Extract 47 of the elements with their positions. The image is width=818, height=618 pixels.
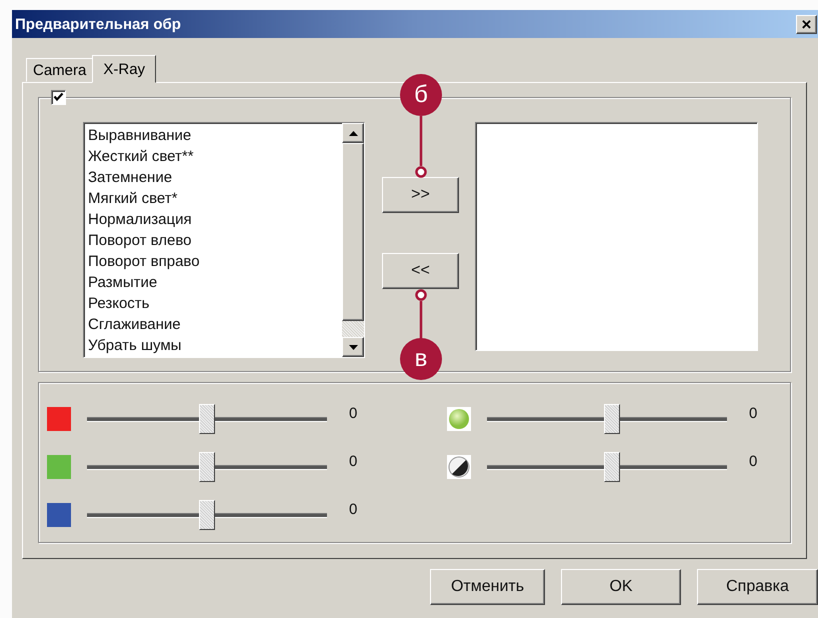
scroll-down-icon[interactable] <box>342 337 364 357</box>
brightness-icon <box>447 407 471 431</box>
slider-value: 0 <box>349 501 358 518</box>
list-item[interactable]: Жесткий свет** <box>88 146 338 167</box>
list-item[interactable]: Мягкий свет* <box>88 188 338 209</box>
list-item[interactable]: Убрать шумы <box>88 335 338 356</box>
list-item[interactable]: Затемнение <box>88 167 338 188</box>
slider-value: 0 <box>349 453 358 470</box>
help-button[interactable]: Справка <box>697 569 818 605</box>
slider[interactable] <box>87 404 327 434</box>
filter-list[interactable]: Выравнивание Жесткий свет** Затемнение Мягкий свет* Нормализация Поворот влево Поворот вправо Размытие Резкость Сглаживание Убрать шумы <box>83 122 365 358</box>
slider[interactable] <box>87 500 327 530</box>
slider-thumb[interactable] <box>199 452 215 482</box>
scroll-thumb[interactable] <box>342 143 364 321</box>
slider-thumb[interactable] <box>604 404 620 434</box>
list-item[interactable]: Резкость <box>88 293 338 314</box>
close-button[interactable]: × <box>796 14 817 34</box>
list-item[interactable]: Выравнивание <box>88 125 338 146</box>
remove-button[interactable]: << <box>382 253 459 289</box>
scrollbar[interactable] <box>342 123 364 357</box>
list-item[interactable]: Сглаживание <box>88 314 338 335</box>
slider[interactable] <box>487 404 727 434</box>
contrast-icon <box>447 455 471 479</box>
slider-thumb[interactable] <box>604 452 620 482</box>
window-title: Предварительная обр <box>14 16 181 32</box>
tab[interactable]: Camera <box>26 58 94 82</box>
list-item[interactable]: Поворот вправо <box>88 251 338 272</box>
checkbox[interactable] <box>51 90 66 105</box>
ok-button[interactable]: OK <box>561 569 681 605</box>
list-item[interactable]: Поворот влево <box>88 230 338 251</box>
slider-value: 0 <box>749 405 758 422</box>
slider-thumb[interactable] <box>199 404 215 434</box>
callout-marker: б <box>400 74 442 116</box>
slider[interactable] <box>87 452 327 482</box>
leader-line <box>415 116 427 178</box>
slider-value: 0 <box>749 453 758 470</box>
slider-thumb[interactable] <box>199 500 215 530</box>
cancel-button[interactable]: Отменить <box>430 569 545 605</box>
slider[interactable] <box>487 452 727 482</box>
list-item[interactable]: Размытие <box>88 272 338 293</box>
add-button[interactable]: >> <box>382 177 459 213</box>
scroll-up-icon[interactable] <box>342 123 364 143</box>
callout-marker: в <box>400 338 442 380</box>
list-item[interactable]: Нормализация <box>88 209 338 230</box>
slider-value: 0 <box>349 405 358 422</box>
tab[interactable]: X-Ray <box>92 55 156 83</box>
leader-line <box>415 289 427 341</box>
